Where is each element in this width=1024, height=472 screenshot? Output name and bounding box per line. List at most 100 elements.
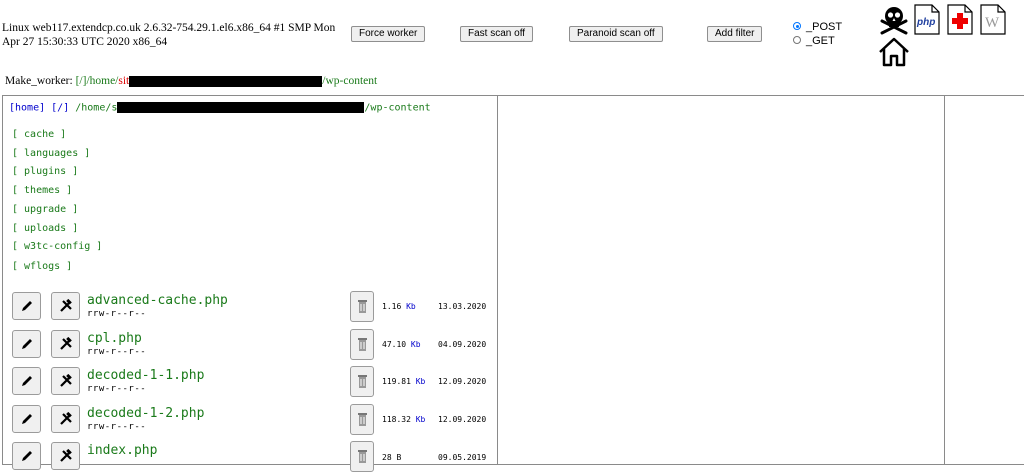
file-permissions: rrw-r--r-- <box>87 384 147 394</box>
trash-icon <box>357 413 367 426</box>
side-panel <box>944 95 1024 465</box>
post-radio[interactable]: _POST <box>793 21 842 33</box>
paranoid-scan-button[interactable]: Paranoid scan off <box>569 26 663 42</box>
get-radio-label: _GET <box>806 35 835 47</box>
make-worker-path: Make_worker: [/]/home/sit/wp-content <box>5 75 377 87</box>
make-worker-home-link[interactable]: /home/ <box>86 75 118 87</box>
system-info: Linux web117.extendcp.co.uk 2.6.32-754.2… <box>2 22 336 48</box>
fast-scan-button[interactable]: Fast scan off <box>460 26 534 42</box>
file-name-link[interactable]: cpl.php <box>87 331 142 346</box>
directory-link[interactable]: [ w3tc-config ] <box>12 241 102 252</box>
file-size-unit: B <box>396 453 402 462</box>
make-worker-root-link[interactable]: [/] <box>76 75 87 87</box>
hammer-wrench-icon <box>59 299 72 312</box>
trash-icon <box>357 338 367 351</box>
redacted-block <box>117 102 365 113</box>
add-filter-button[interactable]: Add filter <box>707 26 763 42</box>
file-name-link[interactable]: index.php <box>87 443 157 458</box>
hammer-wrench-icon <box>59 374 72 387</box>
file-name-link[interactable]: decoded-1-2.php <box>87 406 204 421</box>
directory-link[interactable]: [ languages ] <box>12 148 90 159</box>
root-link[interactable]: [/] <box>51 103 69 114</box>
file-size: 1.16 Kb <box>382 302 416 311</box>
trash-icon <box>357 375 367 388</box>
trash-icon <box>357 450 367 463</box>
delete-button[interactable] <box>350 329 374 360</box>
delete-button[interactable] <box>350 366 374 397</box>
pencil-icon <box>21 376 32 386</box>
file-size-unit: Kb <box>410 340 421 349</box>
directory-link[interactable]: [ uploads ] <box>12 223 78 234</box>
file-date: 13.03.2020 <box>438 302 487 311</box>
make-worker-tail-link[interactable]: /wp-content <box>322 75 377 87</box>
php-file-icon[interactable]: php <box>914 4 940 35</box>
file-size-unit: Kb <box>415 415 426 424</box>
pencil-icon <box>21 414 32 424</box>
home-path-link[interactable]: /home/s <box>75 103 117 114</box>
directory-link[interactable]: [ upgrade ] <box>12 204 78 215</box>
tools-button[interactable] <box>51 442 80 470</box>
home-icon[interactable] <box>877 37 911 67</box>
directory-link[interactable]: [ plugins ] <box>12 166 78 177</box>
browser-path: [home] [/] /home/s/wp-content <box>9 102 431 114</box>
file-size-value: 47.10 <box>382 340 407 349</box>
pencil-icon <box>21 339 32 349</box>
edit-button[interactable] <box>12 330 41 358</box>
file-date: 12.09.2020 <box>438 415 487 424</box>
file-size: 118.32 Kb <box>382 415 425 424</box>
wp-icon-label: W <box>985 15 1000 31</box>
post-radio-indicator[interactable] <box>793 22 801 31</box>
directory-link[interactable]: [ cache ] <box>12 129 66 140</box>
file-date: 09.05.2019 <box>438 453 487 462</box>
tools-button[interactable] <box>51 330 80 358</box>
path-tail-link[interactable]: /wp-content <box>364 103 430 114</box>
trash-icon <box>357 300 367 313</box>
delete-button[interactable] <box>350 404 374 435</box>
file-size-value: 119.81 <box>382 377 411 386</box>
file-size: 119.81 Kb <box>382 377 425 386</box>
edit-button[interactable] <box>12 367 41 395</box>
force-worker-button[interactable]: Force worker <box>351 26 426 42</box>
file-name-link[interactable]: decoded-1-1.php <box>87 368 204 383</box>
file-size-value: 118.32 <box>382 415 411 424</box>
file-name-link[interactable]: advanced-cache.php <box>87 293 228 308</box>
home-link[interactable]: [home] <box>9 103 45 114</box>
post-radio-label: _POST <box>806 21 843 33</box>
get-radio-indicator[interactable] <box>793 36 801 45</box>
directory-link[interactable]: [ themes ] <box>12 185 72 196</box>
file-size: 28 B <box>382 453 401 462</box>
hammer-wrench-icon <box>59 449 72 462</box>
file-size: 47.10 Kb <box>382 340 421 349</box>
file-permissions: rrw-r--r-- <box>87 347 147 357</box>
file-permissions: rrw-r--r-- <box>87 422 147 432</box>
delete-button[interactable] <box>350 291 374 322</box>
tools-button[interactable] <box>51 367 80 395</box>
file-permissions: rrw-r--r-- <box>87 309 147 319</box>
file-date: 04.09.2020 <box>438 340 487 349</box>
directory-link[interactable]: [ wflogs ] <box>12 261 72 272</box>
make-worker-label: Make_worker: <box>5 75 76 87</box>
file-size-value: 1.16 <box>382 302 402 311</box>
editor-panel <box>497 95 945 465</box>
file-size-unit: Kb <box>406 302 416 311</box>
tools-button[interactable] <box>51 292 80 320</box>
first-aid-file-icon[interactable] <box>947 4 973 35</box>
delete-button[interactable] <box>350 441 374 472</box>
file-date: 12.09.2020 <box>438 377 487 386</box>
skull-crossbones-icon[interactable] <box>879 5 909 35</box>
file-size-unit: Kb <box>415 377 426 386</box>
hammer-wrench-icon <box>59 412 72 425</box>
hammer-wrench-icon <box>59 337 72 350</box>
pencil-icon <box>21 301 32 311</box>
php-icon-label: php <box>916 17 935 28</box>
get-radio[interactable]: _GET <box>793 35 835 47</box>
tools-button[interactable] <box>51 405 80 433</box>
redacted-block <box>129 75 323 87</box>
pencil-icon <box>21 451 32 461</box>
edit-button[interactable] <box>12 442 41 470</box>
edit-button[interactable] <box>12 405 41 433</box>
file-size-value: 28 <box>382 453 392 462</box>
wordpress-file-icon[interactable]: W <box>980 4 1006 35</box>
make-worker-sit-link[interactable]: sit <box>118 75 129 87</box>
edit-button[interactable] <box>12 292 41 320</box>
